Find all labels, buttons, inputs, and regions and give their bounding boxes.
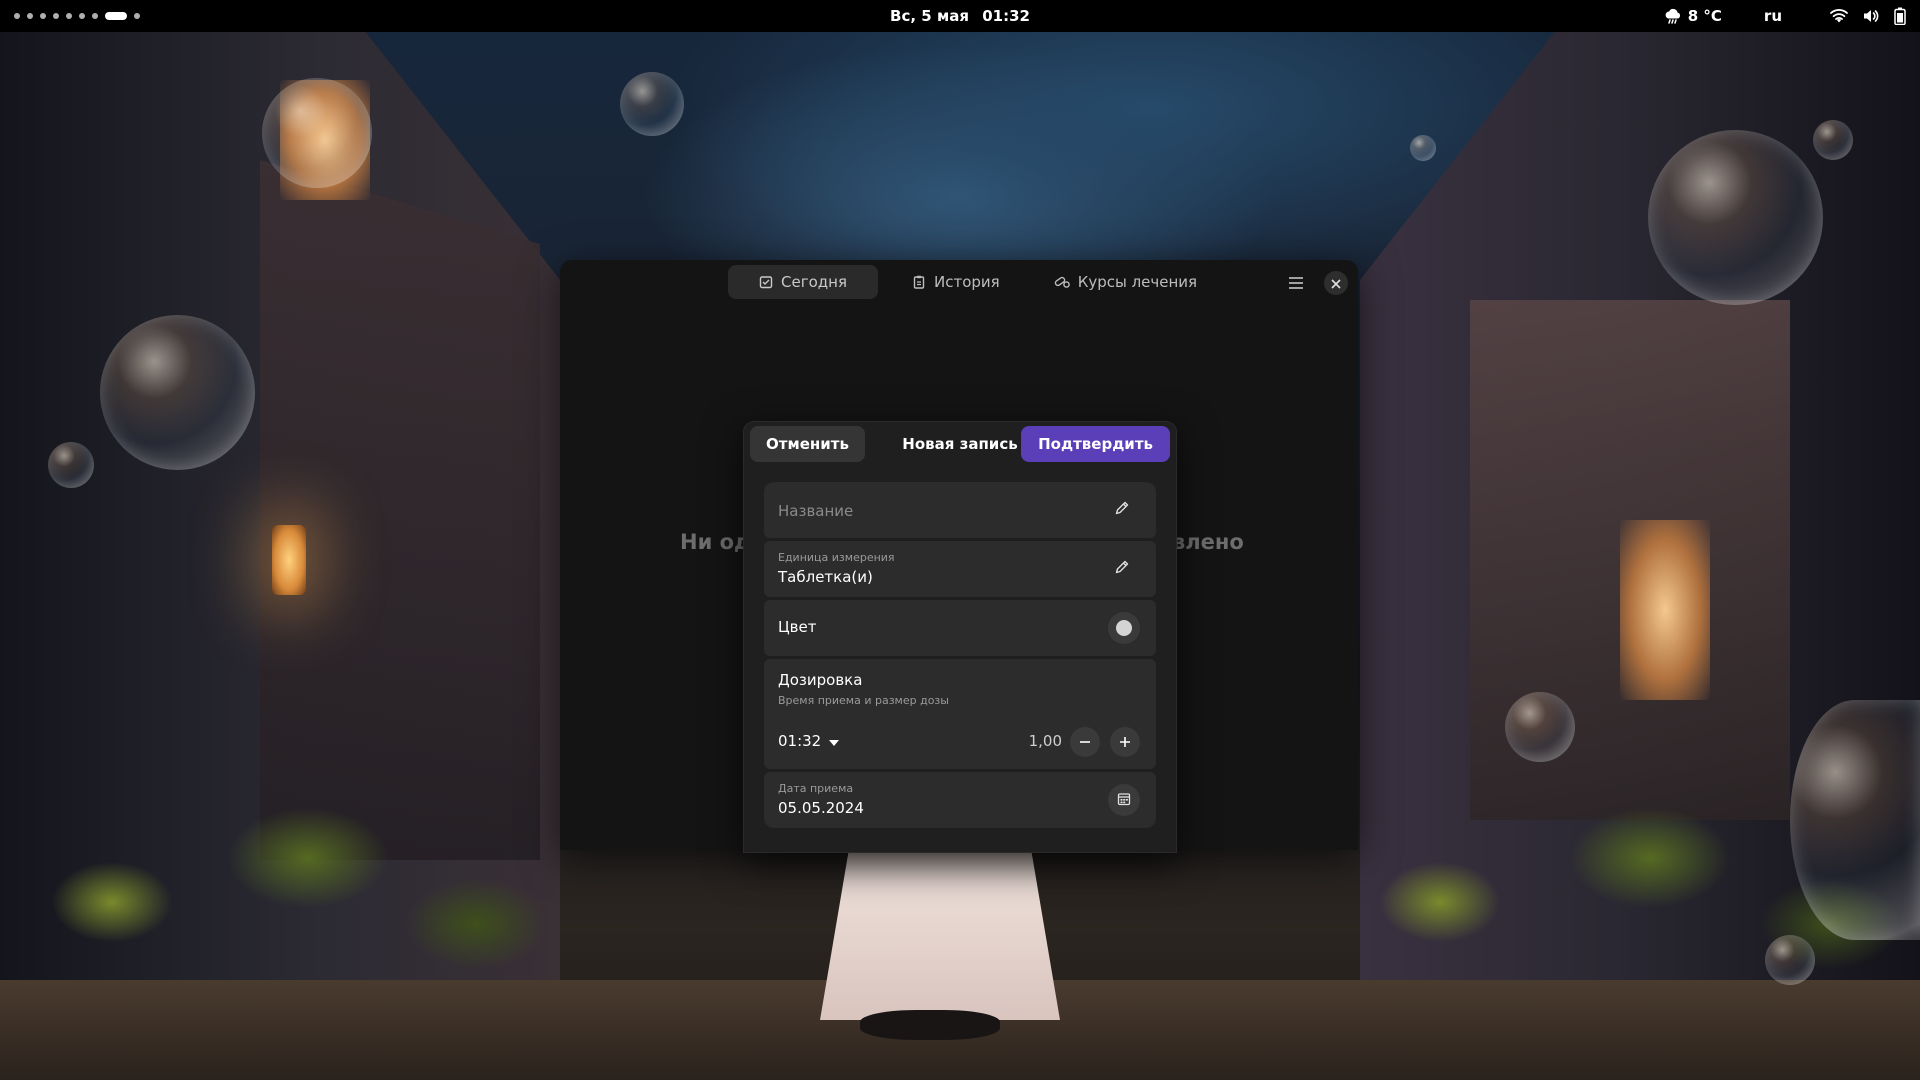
dose-time-dropdown[interactable]: 01:32 <box>778 729 840 753</box>
edit-pencil-icon[interactable] <box>1114 559 1134 579</box>
name-input[interactable] <box>778 500 1098 522</box>
minus-icon <box>1079 733 1091 752</box>
clock-time: 01:32 <box>982 7 1030 25</box>
wallpaper-plants-left <box>0 770 560 990</box>
wallpaper-figure-shoes <box>860 1010 1000 1040</box>
wallpaper-bubble <box>620 72 684 136</box>
battery-indicator[interactable] <box>1894 7 1906 25</box>
close-icon <box>1331 274 1341 293</box>
view-switcher: Сегодня История Курсы лечения <box>728 265 1231 299</box>
volume-indicator[interactable] <box>1862 8 1880 24</box>
entry-form: Единица измерения Таблетка(и) Цвет Дозир… <box>764 482 1156 831</box>
tab-history[interactable]: История <box>892 265 1020 299</box>
empty-state-text-right: влено <box>1172 530 1244 554</box>
top-bar: Вс, 5 мая 01:32 8 °C ru <box>0 0 1920 32</box>
wallpaper-bubble <box>48 442 94 488</box>
confirm-button[interactable]: Подтвердить <box>1021 426 1170 462</box>
plus-icon <box>1119 733 1131 752</box>
pill-icon <box>1054 275 1070 289</box>
tab-today[interactable]: Сегодня <box>728 265 878 299</box>
wallpaper-building-left-inner <box>260 160 540 860</box>
dosage-row: Дозировка Время приема и размер дозы 01:… <box>764 659 1156 769</box>
wallpaper-bubble <box>1505 692 1575 762</box>
color-label: Цвет <box>778 618 817 636</box>
wallpaper-bubble <box>100 315 255 470</box>
main-menu-button[interactable] <box>1284 271 1308 295</box>
wallpaper-bubble <box>1410 135 1436 161</box>
unit-value[interactable]: Таблетка(и) <box>778 568 873 586</box>
decrease-dose-button[interactable] <box>1070 727 1100 757</box>
hamburger-menu-icon <box>1289 274 1303 293</box>
increase-dose-button[interactable] <box>1110 727 1140 757</box>
dosage-title: Дозировка <box>778 671 863 689</box>
battery-icon <box>1894 7 1906 25</box>
weather-rain-icon <box>1664 7 1682 25</box>
empty-state-text-left: Ни од <box>680 530 751 554</box>
wallpaper-bubble <box>1765 935 1815 985</box>
date-row[interactable]: Дата приема 05.05.2024 <box>764 772 1156 828</box>
unit-label: Единица измерения <box>778 551 895 564</box>
tab-treatments-label: Курсы лечения <box>1077 273 1198 291</box>
weather-temperature: 8 °C <box>1687 7 1722 25</box>
clock-date: Вс, 5 мая <box>890 7 969 25</box>
tab-history-label: История <box>934 273 1000 291</box>
wallpaper-lit-window <box>1620 520 1710 700</box>
keyboard-layout-label: ru <box>1763 7 1782 25</box>
wifi-indicator[interactable] <box>1830 8 1848 24</box>
dose-amount-value[interactable]: 1,00 <box>1029 732 1062 750</box>
color-swatch-dot <box>1116 620 1132 636</box>
calendar-check-icon <box>759 275 773 289</box>
wallpaper-bubble <box>1790 700 1920 940</box>
edit-pencil-icon[interactable] <box>1114 500 1134 520</box>
date-label: Дата приема <box>778 782 854 795</box>
tab-today-label: Сегодня <box>781 273 847 291</box>
clipboard-icon <box>912 275 926 289</box>
chevron-down-icon <box>829 732 840 750</box>
calendar-button[interactable] <box>1108 784 1140 816</box>
wifi-icon <box>1830 8 1848 24</box>
wallpaper-bubble <box>262 78 372 188</box>
dosage-subtitle: Время приема и размер дозы <box>778 694 949 707</box>
tab-treatments[interactable]: Курсы лечения <box>1034 265 1217 299</box>
wallpaper-figure-dress <box>820 850 1060 1020</box>
wallpaper-lantern <box>272 525 306 595</box>
keyboard-layout-indicator[interactable]: ru <box>1764 7 1782 25</box>
color-picker-button[interactable] <box>1108 612 1140 644</box>
system-tray: 8 °C ru <box>1664 0 1906 32</box>
date-value[interactable]: 05.05.2024 <box>778 799 864 817</box>
weather-indicator[interactable]: 8 °C <box>1664 7 1722 25</box>
volume-icon <box>1862 8 1880 24</box>
wallpaper-bubble <box>1813 120 1853 160</box>
dialog-header: Отменить Новая запись Подтвердить <box>744 422 1176 468</box>
close-window-button[interactable] <box>1324 271 1348 295</box>
color-row[interactable]: Цвет <box>764 600 1156 656</box>
wallpaper-bubble <box>1648 130 1823 305</box>
unit-row[interactable]: Единица измерения Таблетка(и) <box>764 541 1156 597</box>
header-bar: Сегодня История Курсы лечения <box>560 260 1358 306</box>
dose-time-value: 01:32 <box>778 732 822 750</box>
new-entry-dialog: Отменить Новая запись Подтвердить Единиц… <box>744 422 1176 852</box>
calendar-icon <box>1117 791 1131 810</box>
clock[interactable]: Вс, 5 мая 01:32 <box>0 7 1920 25</box>
name-row[interactable] <box>764 482 1156 538</box>
